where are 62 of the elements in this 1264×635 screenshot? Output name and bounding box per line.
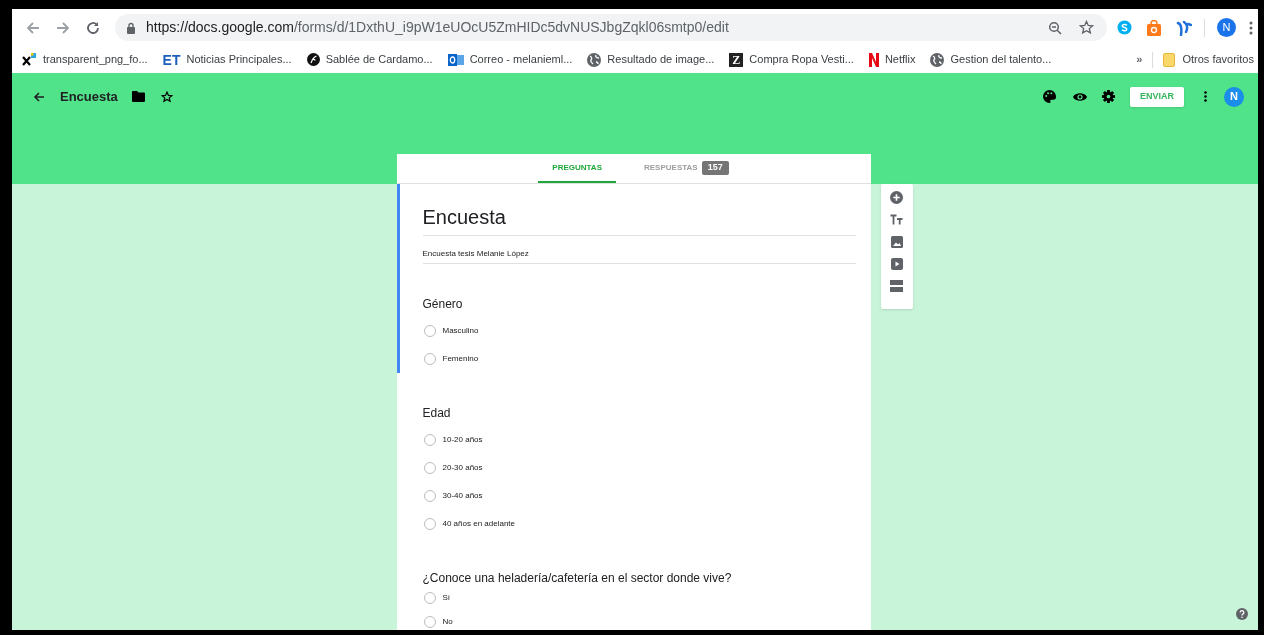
- extension-icon[interactable]: [1176, 19, 1192, 36]
- count-badge: 157: [701, 160, 729, 175]
- option-label: Sí: [442, 592, 451, 604]
- option-label: Masculino: [442, 325, 479, 337]
- netflix-logo-icon: [868, 52, 879, 67]
- globe-icon: [930, 52, 945, 67]
- globe-icon: [587, 52, 602, 67]
- x-logo-icon: [22, 53, 37, 66]
- question-card[interactable]: Edad 10-20 años 20-30 años 30-40 años 40 años en adelante: [396, 373, 871, 538]
- image-icon[interactable]: [890, 236, 903, 248]
- bookmarks-overflow[interactable]: »: [1136, 51, 1143, 68]
- option-label: 40 años en adelante: [442, 518, 515, 530]
- bookmark-item[interactable]: Otros favoritos: [1182, 51, 1254, 68]
- bookmark-item[interactable]: Correo - melanieml...: [469, 51, 573, 68]
- title-icon[interactable]: [890, 214, 903, 226]
- question-card[interactable]: Género Masculino Femenino: [396, 264, 871, 373]
- section-icon[interactable]: [890, 280, 903, 292]
- mail-logo-icon: [447, 52, 464, 67]
- logo-text: Z: [729, 52, 744, 67]
- menu-icon[interactable]: [1249, 20, 1253, 35]
- option-label: 10-20 años: [442, 434, 483, 446]
- option-label: 20-30 años: [442, 462, 483, 474]
- folder-icon: [1163, 52, 1176, 67]
- star-icon[interactable]: [160, 90, 173, 103]
- zoom-icon[interactable]: [1048, 20, 1062, 35]
- settings-icon[interactable]: [1102, 90, 1115, 103]
- palette-icon[interactable]: [1043, 90, 1056, 103]
- url-text: https://docs.google.com/forms/d/1DxthU_i9pW1eUOcU5ZmHIDc5dvNUSJbgZqkl06smtp0/edit: [146, 18, 729, 37]
- reload-icon[interactable]: [85, 19, 101, 36]
- folder-icon[interactable]: [131, 91, 145, 102]
- lock-icon: [126, 21, 136, 34]
- eye-icon[interactable]: [1073, 91, 1087, 102]
- logo-text: ET: [162, 52, 181, 67]
- form-description[interactable]: Encuesta tesis Melanie López: [422, 248, 856, 264]
- video-icon[interactable]: [890, 258, 903, 270]
- form-header[interactable]: Encuesta Encuesta tesis Melanie López: [396, 184, 871, 264]
- help-icon[interactable]: [1236, 608, 1248, 620]
- bookmark-item[interactable]: Netflix: [884, 51, 916, 68]
- question-title: Género: [422, 296, 464, 312]
- shopping-bag-icon[interactable]: [1146, 19, 1162, 36]
- option-label: 30-40 años: [442, 490, 483, 502]
- question-card[interactable]: ¿Conoce una heladería/cafetería en el sector donde vive? Sí No: [396, 538, 871, 630]
- more-icon[interactable]: [1204, 91, 1207, 102]
- question-title: ¿Conoce una heladería/cafetería en el sector donde vive?: [422, 570, 733, 586]
- bookmark-item[interactable]: Gestion del talento...: [950, 51, 1052, 68]
- address-bar[interactable]: https://docs.google.com/forms/d/1DxthU_i9pW1eUOcU5ZmHIDc5dvNUSJbgZqkl06smtp0/edit: [115, 14, 1107, 41]
- form-name[interactable]: Encuesta: [60, 86, 118, 107]
- forward-icon[interactable]: [55, 19, 71, 36]
- bookmark-item[interactable]: Sablée de Cardamo...: [325, 51, 433, 68]
- form-title[interactable]: Encuesta: [422, 204, 856, 236]
- bookmark-item[interactable]: transparent_png_fo...: [43, 51, 148, 68]
- star-icon[interactable]: [1079, 20, 1094, 35]
- back-icon[interactable]: [33, 90, 45, 103]
- option-label: No: [442, 616, 453, 628]
- round-logo-icon: [306, 53, 320, 66]
- bookmark-item[interactable]: Noticias Principales...: [186, 51, 292, 68]
- bookmark-item[interactable]: Compra Ropa Vesti...: [749, 51, 854, 68]
- profile-avatar[interactable]: N: [1217, 18, 1236, 37]
- question-title: Edad: [422, 405, 452, 421]
- option-label: Femenino: [442, 353, 479, 365]
- add-icon[interactable]: [890, 191, 903, 204]
- bookmark-item[interactable]: Resultado de image...: [607, 51, 715, 68]
